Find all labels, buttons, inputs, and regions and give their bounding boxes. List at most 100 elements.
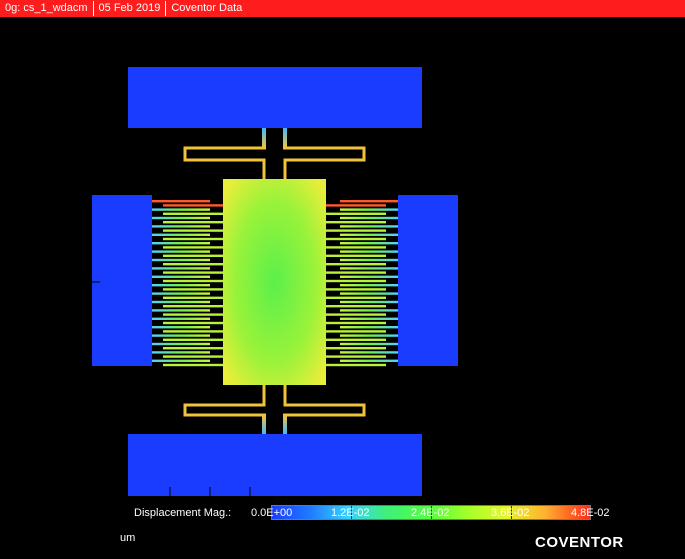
top-springs [183,128,366,179]
comb-finger-right [340,275,398,278]
comb-finger-left [163,305,223,308]
comb-finger-left [163,321,223,325]
comb-finger-left [152,275,210,278]
comb-finger-right [326,338,386,341]
comb-finger-right [326,347,386,350]
units-label: um [120,532,136,544]
legend-tick-0: 0.0E+00 [251,507,293,519]
top-anchor [128,67,422,128]
bottom-springs [183,385,366,434]
comb-finger-right [326,305,386,308]
comb-finger-right [326,313,386,316]
comb-finger-left [152,250,210,253]
comb-finger-left [152,267,210,270]
comb-finger-left [152,317,210,320]
comb-finger-right [326,237,386,241]
comb-finger-right [340,292,398,295]
bottom-anchor [128,434,422,496]
comb-finger-right [340,267,398,270]
legend-label: Displacement Mag.: [134,507,232,519]
comb-finger-right [326,229,386,232]
comb-finger-left [152,309,210,312]
comb-finger-left [163,204,223,207]
comb-finger-right [326,212,386,215]
comb-finger-left [152,208,210,211]
comb-finger-right [340,258,398,262]
comb-finger-right [340,342,398,346]
comb-finger-right [326,355,386,358]
comb-finger-right [326,321,386,325]
comb-finger-right [340,317,398,320]
comb-finger-left [163,246,223,249]
comb-finger-left [152,351,210,354]
comb-finger-right [340,216,398,220]
comb-finger-left [163,229,223,232]
window-tab-model[interactable]: 0g: cs_1_wdacm [0,1,94,16]
proof-mass [223,179,326,385]
comb-finger-right [326,254,386,257]
legend-tick-2: 2.4E-02 [411,507,450,519]
legend-tick-4: 4.8E-02 [571,507,610,519]
comb-finger-right [326,330,386,333]
comb-finger-right [340,334,398,337]
comb-finger-left [163,263,223,266]
comb-finger-left [163,296,223,299]
comb-finger-right [340,250,398,253]
comb-finger-right [326,204,386,207]
left-anchor [92,195,152,366]
comb-finger-right [340,284,398,287]
coventor-logo: COVENTOR [535,534,624,551]
comb-finger-right [340,359,398,362]
comb-finger-left [163,313,223,316]
comb-fingers-right [326,200,398,367]
comb-finger-left [152,225,210,228]
legend-tick-3: 3.6E-02 [491,507,530,519]
comb-finger-left [163,221,223,224]
comb-finger-left [152,233,210,236]
comb-finger-left [152,326,210,329]
mems-device-render [92,67,458,496]
comb-finger-left [163,237,223,241]
3d-viewport[interactable]: Displacement Mag.: 0.0E+00 1.2E-02 2.4E-… [0,17,685,559]
comb-finger-right [340,326,398,329]
comb-finger-right [326,288,386,291]
comb-finger-right [340,200,398,203]
comb-finger-right [326,279,386,283]
comb-finger-right [326,363,386,367]
comb-finger-right [326,246,386,249]
comb-finger-left [163,338,223,341]
comb-finger-right [340,351,398,354]
comb-finger-left [152,200,210,203]
comb-finger-left [152,216,210,220]
comb-finger-right [326,271,386,274]
comb-finger-left [163,330,223,333]
window-tab-date[interactable]: 05 Feb 2019 [94,1,167,16]
comb-finger-left [163,347,223,350]
comb-finger-left [163,254,223,257]
comb-finger-right [326,221,386,224]
comb-finger-right [340,208,398,211]
comb-finger-left [163,279,223,283]
comb-finger-left [163,363,223,367]
comb-finger-right [340,242,398,245]
comb-finger-left [152,284,210,287]
comb-finger-right [326,263,386,266]
comb-finger-left [163,355,223,358]
comb-finger-right [340,233,398,236]
legend-tick-1: 1.2E-02 [331,507,370,519]
comb-finger-left [152,359,210,362]
comb-finger-left [152,242,210,245]
comb-finger-left [152,258,210,262]
window-tab-source[interactable]: Coventor Data [166,1,247,16]
comb-finger-right [340,225,398,228]
comb-finger-right [326,296,386,299]
comb-finger-left [152,342,210,346]
title-bar: 0g: cs_1_wdacm 05 Feb 2019 Coventor Data [0,0,685,17]
comb-finger-left [163,271,223,274]
comb-finger-left [152,334,210,337]
comb-finger-right [340,309,398,312]
right-anchor [398,195,458,366]
comb-fingers-left [152,200,223,367]
comb-finger-left [152,292,210,295]
comb-finger-left [152,300,210,304]
